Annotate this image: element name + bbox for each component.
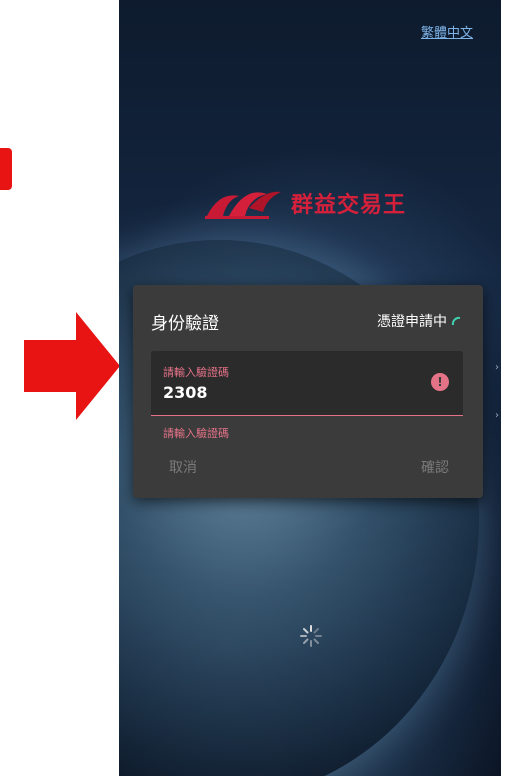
certificate-status: 憑證申請中 xyxy=(377,311,461,331)
language-link[interactable]: 繁體中文 xyxy=(421,22,473,41)
field-label: 請輸入驗證碼 xyxy=(163,366,229,379)
status-text: 憑證申請中 xyxy=(377,314,447,330)
brand-logo: 群益交易王 xyxy=(205,186,406,220)
verification-dialog: 身份驗證 憑證申請中 請輸入驗證碼 2308 ! 請輸入驗證碼 取消 確認 xyxy=(133,285,483,498)
chevron-right-icon: › xyxy=(495,410,499,421)
spinner-icon xyxy=(451,316,461,326)
brand-name: 群益交易王 xyxy=(291,192,407,218)
dialog-title: 身份驗證 xyxy=(151,314,219,334)
cancel-button[interactable]: 取消 xyxy=(169,457,197,477)
field-value[interactable]: 2308 xyxy=(163,383,208,402)
verification-code-input[interactable]: 請輸入驗證碼 2308 ! xyxy=(151,351,463,416)
error-icon: ! xyxy=(431,373,449,391)
arrow-right-icon xyxy=(24,312,120,420)
confirm-button[interactable]: 確認 xyxy=(421,457,449,477)
loading-icon xyxy=(300,625,322,647)
error-helper-text: 請輸入驗證碼 xyxy=(163,427,229,440)
chevron-right-icon: › xyxy=(495,362,499,373)
red-marker xyxy=(0,148,12,190)
logo-mark-icon xyxy=(205,191,281,219)
phone-screen: 繁體中文 群益交易王 › › 身份驗證 憑證申請中 請輸入驗證碼 2308 ! … xyxy=(119,0,501,776)
